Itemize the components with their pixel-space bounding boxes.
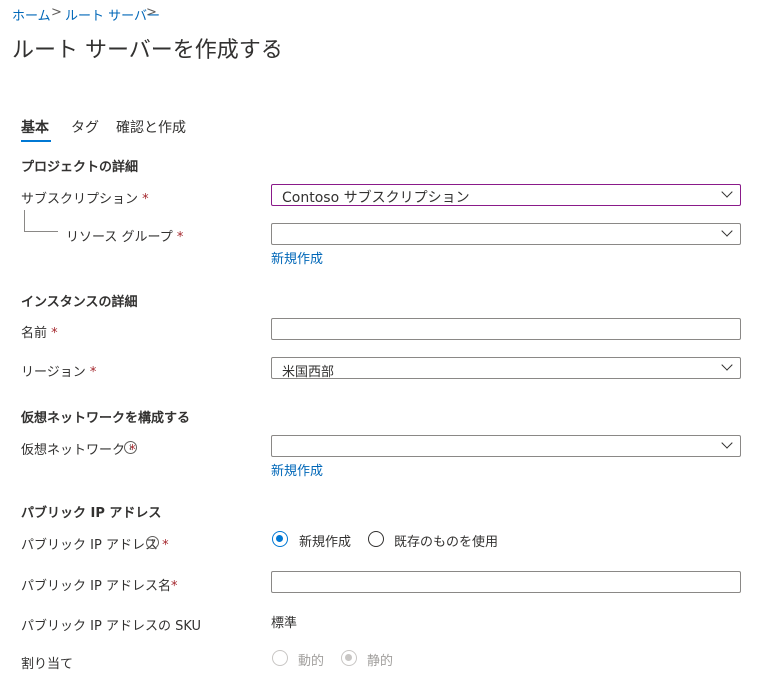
subscription-dropdown[interactable]: Contoso サブスクリプション [271,184,741,206]
public-ip-name-input[interactable] [271,571,741,593]
create-new-vnet-link[interactable]: 新規作成 [271,460,323,479]
public-ip-name-label: パブリック IP アドレス名* [21,579,178,594]
section-configure-vnet: 仮想ネットワークを構成する [21,411,191,426]
chevron-down-icon [721,437,733,449]
radio-use-existing[interactable] [368,531,384,547]
radio-use-existing-label: 既存のものを使用 [394,535,499,550]
section-project-details: プロジェクトの詳細 [21,160,139,175]
section-public-ip: パブリック IP アドレス [21,506,162,521]
info-icon[interactable]: i [124,441,137,454]
active-tab-indicator [21,140,51,142]
tab-tags[interactable]: タグ [71,117,99,137]
chevron-right-icon: > [51,5,62,20]
vnet-label: 仮想ネットワーク * [21,443,136,458]
chevron-down-icon [721,225,733,237]
region-value: 米国西部 [282,365,335,380]
create-new-resource-group-link[interactable]: 新規作成 [271,248,323,267]
tab-review-create[interactable]: 確認と作成 [116,117,186,137]
region-dropdown[interactable]: 米国西部 [271,357,741,380]
required-mark: * [142,192,149,207]
breadcrumb-home[interactable]: ホーム [12,5,51,24]
required-mark: * [89,365,97,380]
more-options-icon[interactable]: ··· [264,36,282,55]
vnet-dropdown[interactable] [271,435,741,457]
radio-static-label: 静的 [367,654,394,669]
public-ip-sku-value: 標準 [271,616,298,631]
tree-connector-line [24,210,25,232]
page-title: ルート サーバーを作成する [12,38,283,63]
public-ip-sku-label: パブリック IP アドレスの SKU [21,619,202,634]
radio-create-new-label: 新規作成 [299,535,352,550]
required-mark: * [51,326,58,341]
chevron-right-icon: > [146,5,157,20]
chevron-down-icon [721,359,733,371]
required-mark: * [162,538,169,553]
tab-basics[interactable]: 基本 [21,117,49,137]
radio-dynamic[interactable] [272,650,288,666]
region-label: リージョン * [21,365,97,380]
radio-static[interactable] [341,650,357,666]
section-instance-details: インスタンスの詳細 [21,295,138,310]
name-label: 名前 * [21,326,58,341]
info-icon[interactable]: i [146,536,159,549]
radio-dynamic-label: 動的 [298,654,325,669]
required-mark: * [176,230,184,245]
chevron-down-icon [721,186,733,198]
subscription-label: サブスクリプション * [21,192,149,207]
required-mark: * [170,579,178,594]
resource-group-dropdown[interactable] [271,223,741,245]
radio-create-new[interactable] [272,531,288,547]
subscription-value: Contoso サブスクリプション [282,190,470,206]
resource-group-label: リソース グループ * [66,230,184,245]
tree-connector-line [24,231,58,232]
assignment-label: 割り当て [21,657,74,672]
name-input[interactable] [271,318,741,340]
